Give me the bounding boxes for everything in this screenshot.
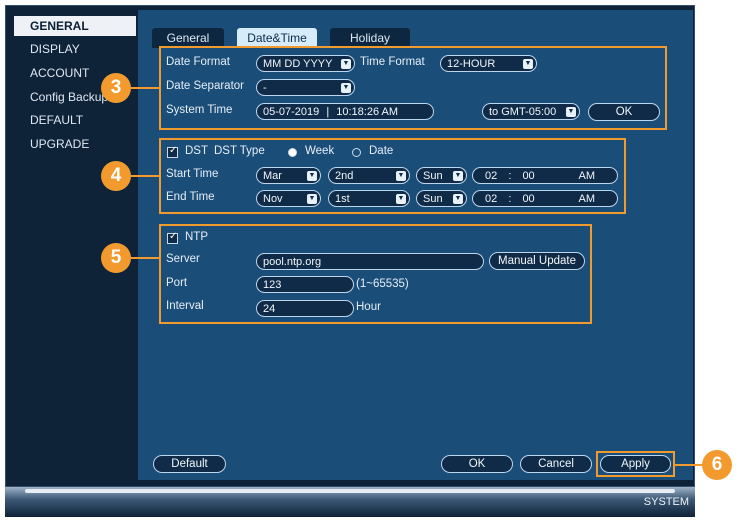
cancel-button[interactable]: Cancel xyxy=(520,455,592,473)
chevron-down-icon: ▼ xyxy=(396,171,406,181)
start-day-value: Sun xyxy=(423,170,443,182)
chevron-down-icon: ▼ xyxy=(396,194,406,204)
date-time-divider: | xyxy=(326,106,330,118)
system-time-ok-button[interactable]: OK xyxy=(588,103,660,121)
dst-type-label: DST Type xyxy=(214,145,265,157)
tab-general[interactable]: General xyxy=(152,28,224,48)
footer-bar: SYSTEM xyxy=(5,487,695,517)
start-time-field[interactable]: 02 : 00 AM xyxy=(472,167,618,184)
ntp-label: NTP xyxy=(185,231,208,243)
callout-badge-4: 4 xyxy=(101,161,131,191)
chevron-down-icon: ▼ xyxy=(566,107,576,117)
start-hour-value: 02 xyxy=(485,170,498,182)
dst-type-date-label: Date xyxy=(369,145,394,157)
ntp-checkbox[interactable] xyxy=(167,231,178,244)
system-time-field[interactable]: 05-07-2019 | 10:18:26 AM xyxy=(256,103,434,120)
interval-label: Interval xyxy=(166,300,204,312)
dst-type-week-radio[interactable] xyxy=(288,148,297,157)
sidebar-item-upgrade[interactable]: UPGRADE xyxy=(14,134,136,154)
start-week-select[interactable]: 2nd ▼ xyxy=(328,167,410,184)
chevron-down-icon: ▼ xyxy=(307,171,317,181)
end-week-select[interactable]: 1st ▼ xyxy=(328,190,410,207)
date-format-label: Date Format xyxy=(166,56,230,68)
system-time-value: 10:18:26 AM xyxy=(336,106,399,118)
start-minute-value: 00 xyxy=(522,170,535,182)
time-colon: : xyxy=(508,193,512,205)
start-month-select[interactable]: Mar ▼ xyxy=(256,167,321,184)
dst-type-week-label: Week xyxy=(305,145,335,157)
default-button[interactable]: Default xyxy=(153,455,226,473)
callout-badge-6: 6 xyxy=(702,450,732,480)
chevron-down-icon: ▼ xyxy=(341,83,351,93)
dst-label: DST xyxy=(185,145,208,157)
system-date-value: 05-07-2019 xyxy=(263,106,320,118)
callout-badge-5: 5 xyxy=(101,243,131,273)
timezone-select[interactable]: to GMT-05:00 ▼ xyxy=(482,103,580,120)
server-label: Server xyxy=(166,253,200,265)
end-week-value: 1st xyxy=(335,193,350,205)
start-month-value: Mar xyxy=(263,170,282,182)
interval-unit-label: Hour xyxy=(356,301,381,313)
manual-update-button[interactable]: Manual Update xyxy=(489,252,585,270)
end-ampm-value: AM xyxy=(578,193,596,205)
footer-highlight-line xyxy=(25,489,675,493)
start-day-select[interactable]: Sun ▼ xyxy=(416,167,467,184)
tab-holiday[interactable]: Holiday xyxy=(330,28,410,48)
dst-type-date-radio[interactable] xyxy=(352,148,361,157)
interval-value: 24 xyxy=(263,303,276,315)
start-time-label: Start Time xyxy=(166,168,219,180)
start-week-value: 2nd xyxy=(335,170,354,182)
port-label: Port xyxy=(166,277,188,289)
date-format-select[interactable]: MM DD YYYY ▼ xyxy=(256,55,355,72)
dst-checkbox[interactable] xyxy=(167,145,178,158)
sidebar-item-display[interactable]: DISPLAY xyxy=(14,39,136,59)
chevron-down-icon: ▼ xyxy=(523,59,533,69)
date-separator-label: Date Separator xyxy=(166,80,244,92)
server-input[interactable]: pool.ntp.org xyxy=(256,253,484,270)
date-format-value: MM DD YYYY xyxy=(263,58,333,70)
time-format-select[interactable]: 12-HOUR ▼ xyxy=(440,55,537,72)
interval-input[interactable]: 24 xyxy=(256,300,354,317)
time-format-label: Time Format xyxy=(360,56,425,68)
start-ampm-value: AM xyxy=(578,170,596,182)
port-value: 123 xyxy=(263,279,282,291)
footer-system-label: SYSTEM xyxy=(643,496,689,508)
end-month-select[interactable]: Nov ▼ xyxy=(256,190,321,207)
date-separator-select[interactable]: - ▼ xyxy=(256,79,355,96)
end-time-label: End Time xyxy=(166,191,215,203)
chevron-down-icon: ▼ xyxy=(453,194,463,204)
port-input[interactable]: 123 xyxy=(256,276,354,293)
callout-connector-3 xyxy=(131,87,160,89)
time-colon: : xyxy=(508,170,512,182)
callout-connector-6 xyxy=(675,464,703,466)
system-time-label: System Time xyxy=(166,104,233,116)
server-value: pool.ntp.org xyxy=(263,256,322,268)
time-format-value: 12-HOUR xyxy=(447,58,496,70)
chevron-down-icon: ▼ xyxy=(307,194,317,204)
date-separator-value: - xyxy=(263,82,267,94)
callout-badge-3: 3 xyxy=(101,73,131,103)
timezone-value: to GMT-05:00 xyxy=(489,106,557,118)
end-day-value: Sun xyxy=(423,193,443,205)
chevron-down-icon: ▼ xyxy=(453,171,463,181)
tab-date-time[interactable]: Date&Time xyxy=(237,28,317,48)
end-month-value: Nov xyxy=(263,193,283,205)
sidebar-item-default[interactable]: DEFAULT xyxy=(14,110,136,130)
callout-connector-5 xyxy=(131,257,160,259)
end-minute-value: 00 xyxy=(522,193,535,205)
end-time-field[interactable]: 02 : 00 AM xyxy=(472,190,618,207)
ok-button[interactable]: OK xyxy=(441,455,513,473)
callout-connector-4 xyxy=(131,175,160,177)
sidebar-item-general[interactable]: GENERAL xyxy=(14,16,136,36)
apply-button[interactable]: Apply xyxy=(600,455,671,473)
end-hour-value: 02 xyxy=(485,193,498,205)
chevron-down-icon: ▼ xyxy=(341,59,351,69)
end-day-select[interactable]: Sun ▼ xyxy=(416,190,467,207)
port-range-label: (1~65535) xyxy=(356,278,409,290)
